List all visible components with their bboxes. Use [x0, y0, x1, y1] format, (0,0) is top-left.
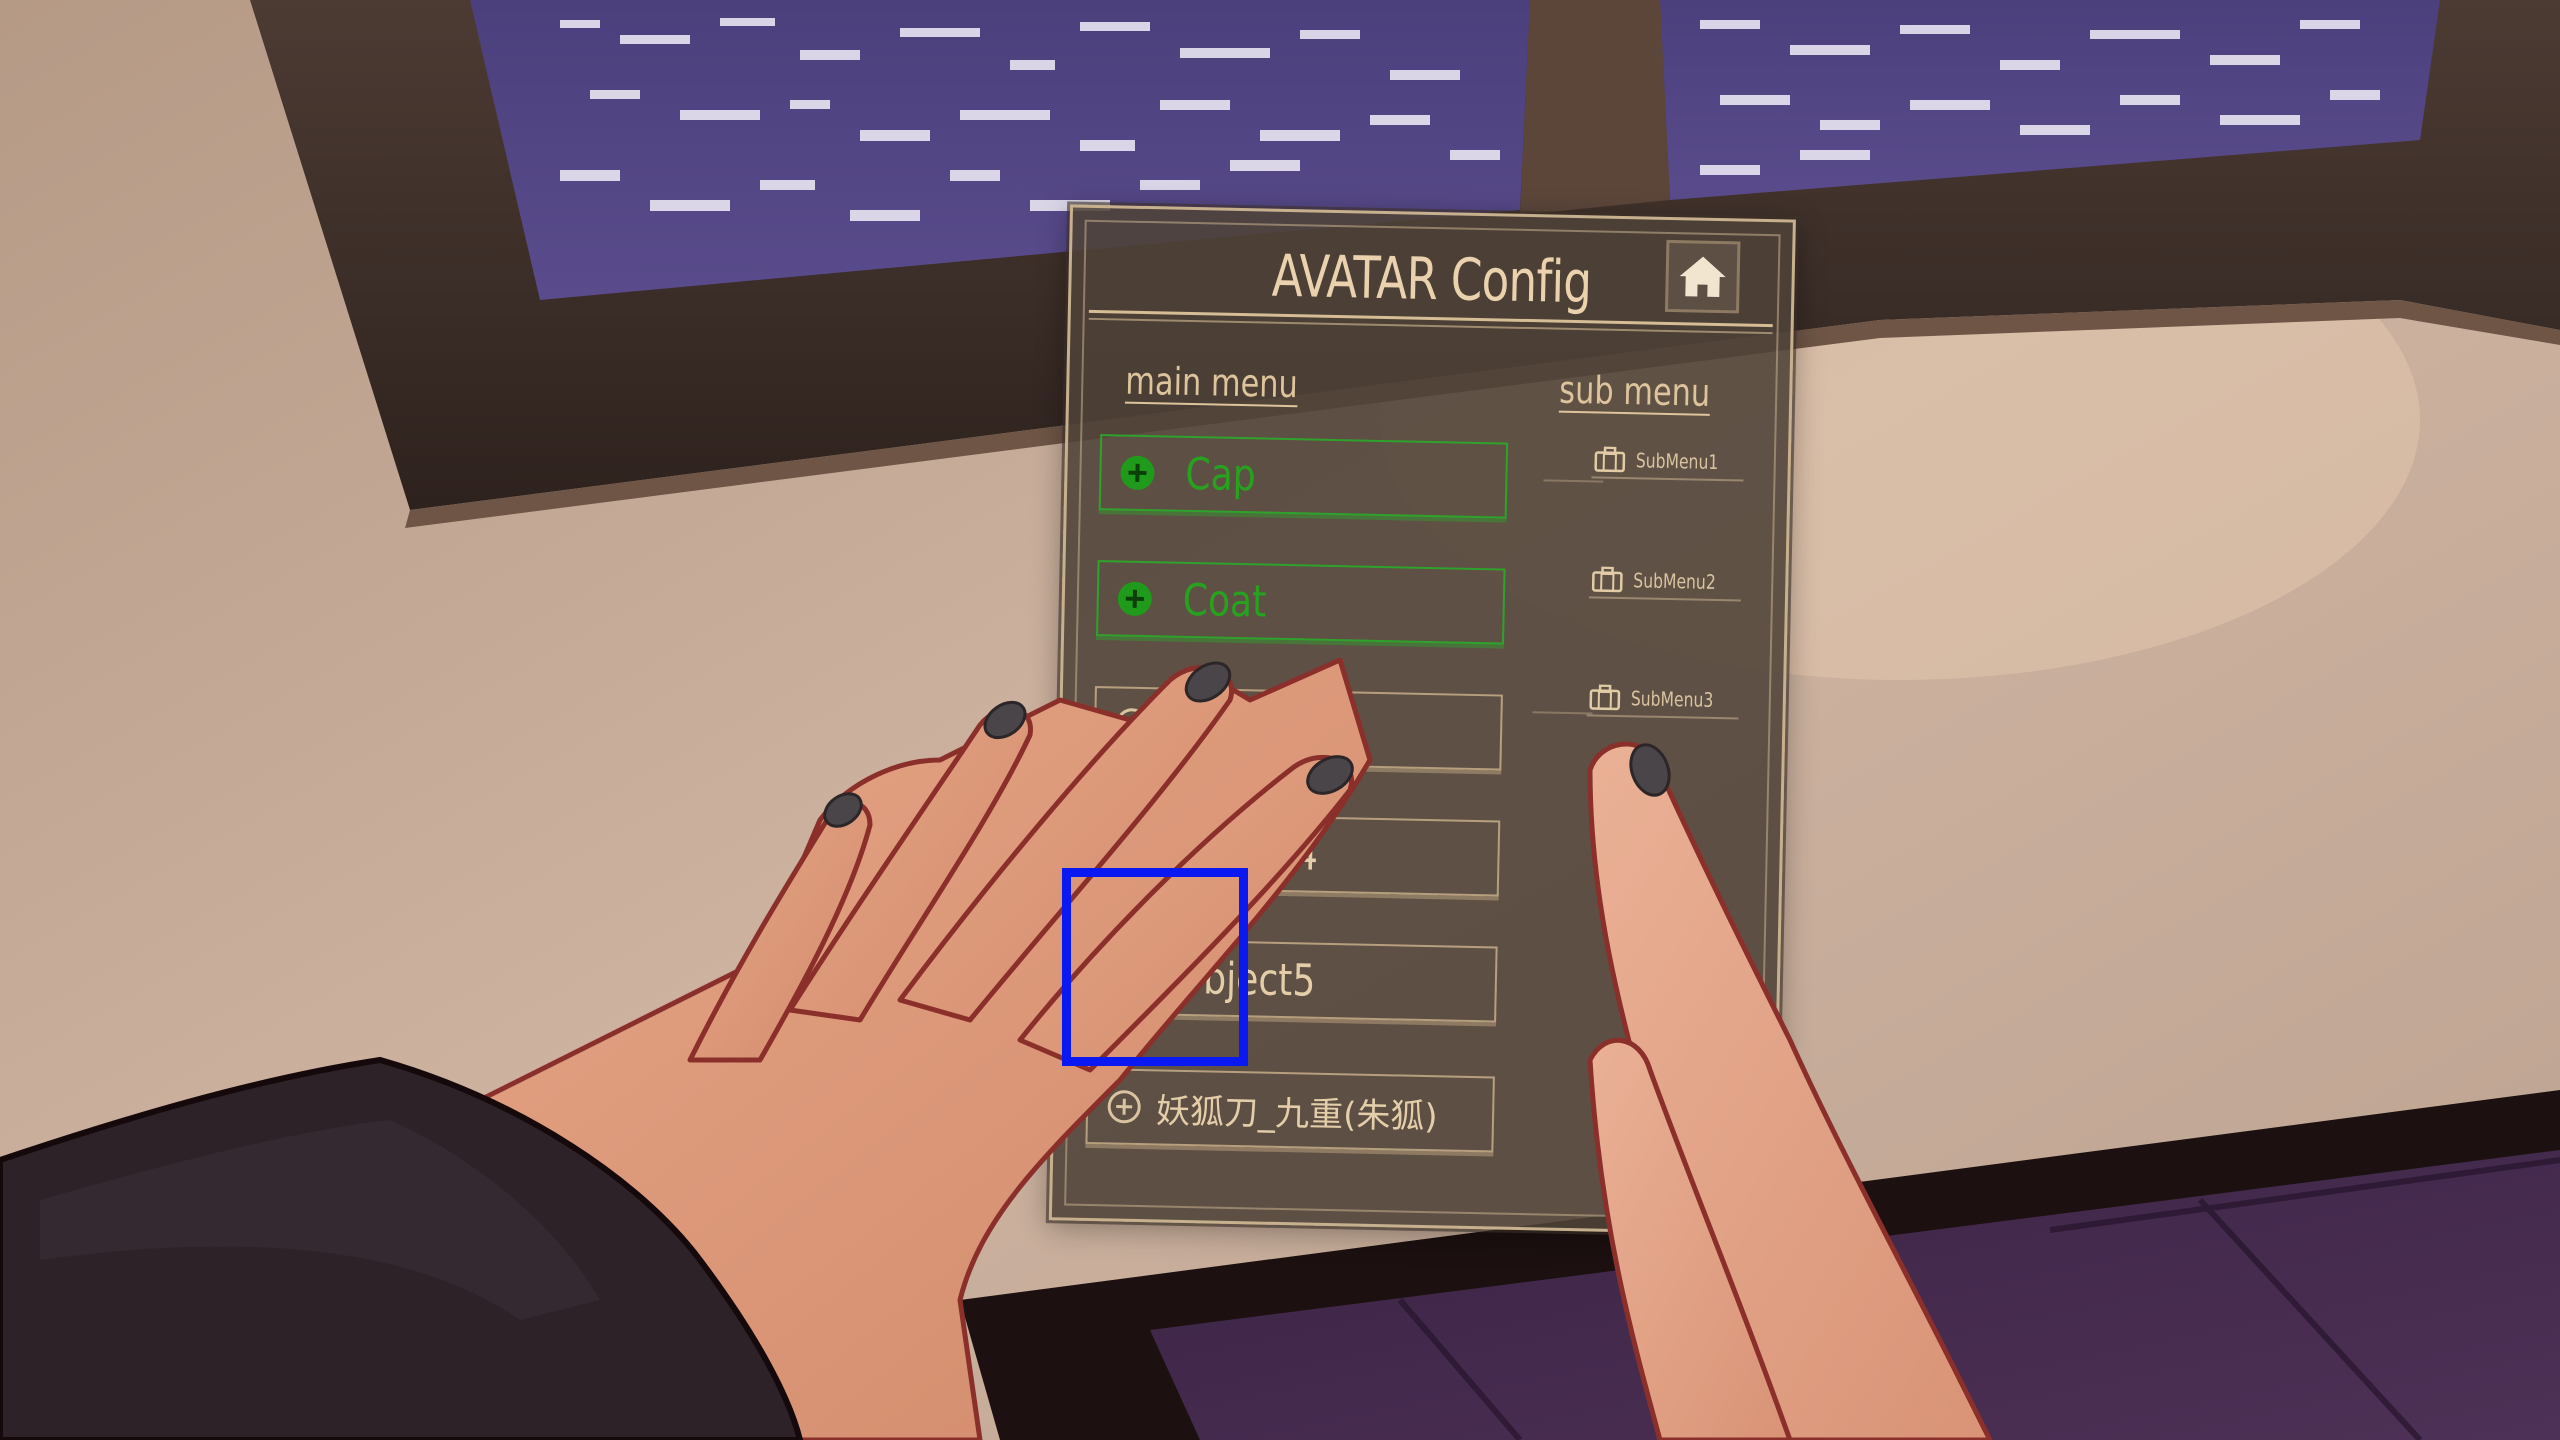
main-menu-item-yoko-katana[interactable]: 妖狐刀_九重(朱狐)	[1085, 1067, 1495, 1153]
main-menu-item-coat[interactable]: Coat	[1096, 560, 1506, 645]
briefcase-icon	[1592, 566, 1623, 593]
sub-menu-item-2[interactable]: SubMenu2	[1589, 566, 1742, 602]
sub-menu-item-label: SubMenu3	[1630, 686, 1714, 712]
menu-item-label: Cap	[1184, 448, 1257, 501]
plus-circle-icon	[1115, 708, 1149, 742]
menu-item-label: Object3	[1179, 700, 1322, 755]
sub-menu-item-label: SubMenu1	[1635, 448, 1719, 475]
sub-menu-item-label: SubMenu2	[1633, 568, 1717, 595]
home-icon	[1679, 256, 1726, 298]
vr-scene: AVATAR Config main menu sub menu Cap Coa…	[0, 0, 2560, 1440]
avatar-config-panel: AVATAR Config main menu sub menu Cap Coa…	[1048, 204, 1796, 1236]
focus-highlight-box	[1062, 868, 1248, 1066]
plus-circle-icon	[1120, 455, 1155, 490]
plus-circle-icon	[1107, 1090, 1141, 1124]
plus-circle-icon	[1117, 581, 1152, 616]
briefcase-icon	[1594, 446, 1626, 473]
main-menu-item-cap[interactable]: Cap	[1098, 434, 1509, 519]
panel-title: AVATAR Config	[1271, 241, 1592, 317]
home-button[interactable]	[1664, 239, 1741, 314]
sub-menu-item-1[interactable]: SubMenu1	[1591, 446, 1745, 482]
menu-item-label: 妖狐刀_九重(朱狐)	[1155, 1090, 1439, 1137]
main-menu-item-object3[interactable]: Object3	[1093, 686, 1503, 771]
plus-circle-icon	[1113, 834, 1147, 868]
sub-menu-heading: sub menu	[1558, 367, 1711, 415]
main-menu-heading: main menu	[1124, 358, 1299, 407]
briefcase-icon	[1589, 684, 1621, 711]
sub-menu-item-3[interactable]: SubMenu3	[1586, 684, 1740, 720]
menu-item-label: Coat	[1182, 574, 1267, 628]
